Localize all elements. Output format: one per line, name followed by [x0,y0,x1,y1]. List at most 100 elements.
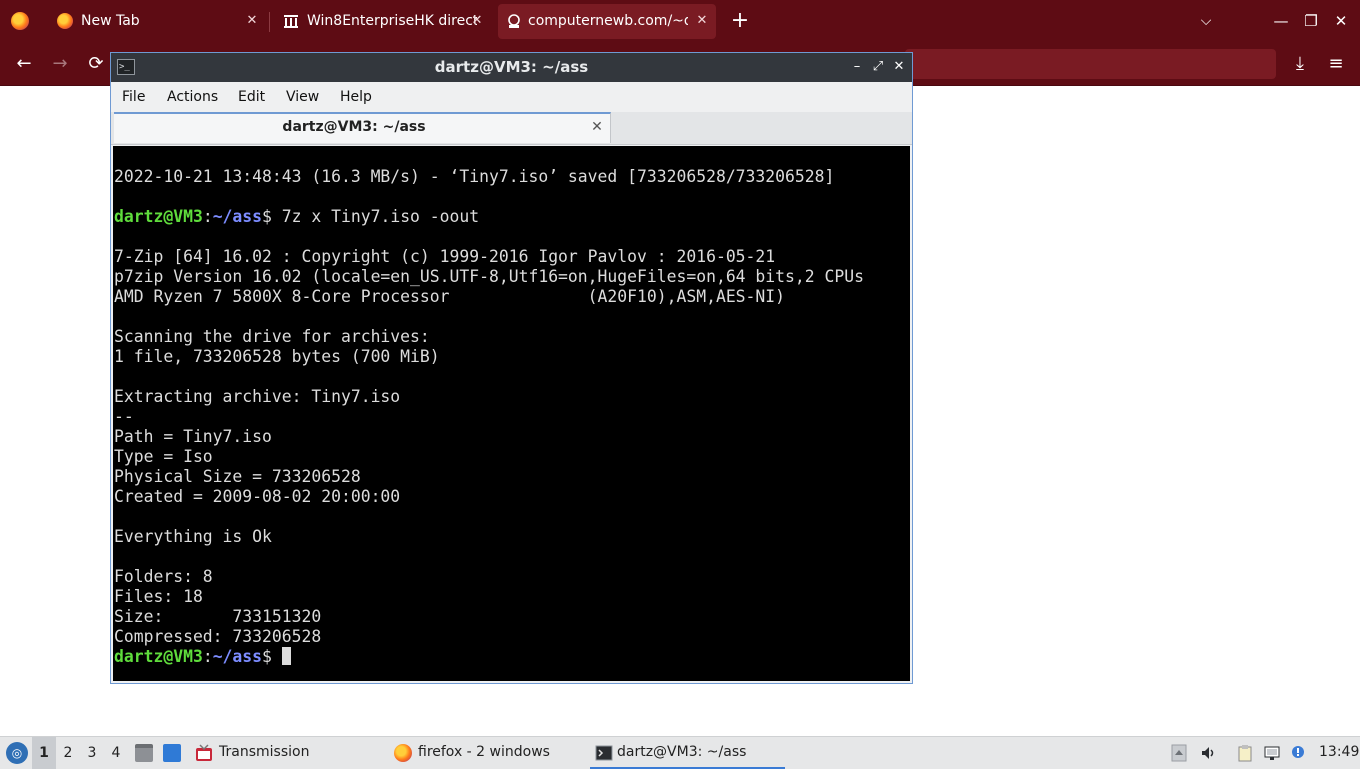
taskbar-item-terminal[interactable]: dartz@VM3: ~/ass [590,737,785,769]
taskbar-item-transmission[interactable]: Transmission [195,737,385,769]
text-cursor [281,647,291,665]
tab-new-tab[interactable]: New Tab ✕ [43,0,269,43]
taskbar-item-label: Transmission [219,744,310,760]
close-button[interactable]: ✕ [890,58,908,76]
network-icon[interactable] [1264,744,1280,762]
terminal-tab[interactable]: dartz@VM3: ~/ass ✕ [114,112,611,143]
volume-icon[interactable] [1200,744,1216,762]
terminal-line: Compressed: 733206528 [114,627,322,646]
terminal-line: Extracting archive: Tiny7.iso [114,387,401,406]
prompt-command: 7z x Tiny7.iso -oout [271,207,480,226]
terminal-icon [595,745,613,761]
tab-label: computernewb.com/~dartz [528,13,688,29]
prompt-separator: : [202,647,213,666]
clock: 13:49 [1319,744,1360,760]
window-close-button[interactable]: ✕ [1329,10,1353,32]
terminal-prompt-line: dartz@VM3:~/ass$ 7z x Tiny7.iso -oout [114,207,864,227]
close-tab-icon[interactable]: ✕ [242,11,262,31]
taskbar-item-label: dartz@VM3: ~/ass [617,744,747,760]
prompt-path: ~/ass [212,207,263,226]
menu-edit[interactable]: Edit [238,89,265,105]
workspace-2[interactable]: 2 [56,737,80,769]
terminal-line: Created = 2009-08-02 20:00:00 [114,487,401,506]
terminal-tab-label: dartz@VM3: ~/ass [282,119,426,135]
start-menu-icon[interactable]: ◎ [6,742,28,764]
terminal-window: dartz@VM3: ~/ass >_ – ⤢ ✕ File Actions E… [110,52,913,684]
downloads-icon[interactable]: ⤓ [1287,52,1313,76]
menu-help[interactable]: Help [340,89,372,105]
terminal-line: 1 file, 733206528 bytes (700 MiB) [114,347,440,366]
workspace-3[interactable]: 3 [80,737,104,769]
terminal-app-icon: >_ [117,59,135,75]
close-tab-icon[interactable]: ✕ [588,118,606,136]
terminal-line: p7zip Version 16.02 (locale=en_US.UTF-8,… [114,267,864,286]
firefox-logo-icon[interactable] [11,12,29,30]
tray-arrow-icon[interactable] [1171,744,1187,762]
file-manager-icon[interactable] [135,744,153,762]
close-tab-icon[interactable]: ✕ [467,11,487,31]
prompt-separator: : [202,207,213,226]
terminal-menubar: File Actions Edit View Help [111,82,912,112]
firefox-icon [57,13,73,29]
window-restore-button[interactable]: ❐ [1299,10,1323,32]
minimize-button[interactable]: – [848,58,866,76]
transmission-icon [196,744,212,761]
tab-computernewb[interactable]: computernewb.com/~dartz ✕ [498,4,716,39]
terminal-line: Path = Tiny7.iso [114,427,272,446]
close-tab-icon[interactable]: ✕ [692,11,712,31]
terminal-lines: 2022-10-21 13:48:43 (16.3 MB/s) - ‘Tiny7… [114,167,864,667]
clipboard-icon[interactable] [1237,744,1253,762]
reload-icon[interactable]: ⟳ [83,52,109,76]
prompt-user-host: dartz@VM3 [114,207,203,226]
url-bar[interactable] [905,49,1276,79]
terminal-line: AMD Ryzen 7 5800X 8-Core Processor (A20F… [114,287,786,306]
terminal-line: Physical Size = 733206528 [114,467,361,486]
notification-icon[interactable] [1290,744,1306,762]
taskbar: ◎ 1 2 3 4 Transmission firefox - 2 windo… [0,736,1360,769]
tab-label: Win8EnterpriseHK directory [307,13,477,29]
window-title: dartz@VM3: ~/ass [434,58,589,76]
tab-win8enterprisehk[interactable]: Win8EnterpriseHK directory ✕ [269,0,494,43]
terminal-output[interactable]: 2022-10-21 13:48:43 (16.3 MB/s) - ‘Tiny7… [113,146,910,681]
menu-actions[interactable]: Actions [167,89,218,105]
forward-arrow-icon[interactable]: → [47,52,73,76]
terminal-tab-strip: dartz@VM3: ~/ass ✕ [111,112,912,145]
terminal-line: 7-Zip [64] 16.02 : Copyright (c) 1999-20… [114,247,776,266]
terminal-line: Type = Iso [114,447,213,466]
terminal-titlebar[interactable]: dartz@VM3: ~/ass >_ – ⤢ ✕ [111,53,912,82]
prompt-symbol: $ [262,207,272,226]
back-arrow-icon[interactable]: ← [11,52,37,76]
list-all-tabs-chevron-icon[interactable]: ⌵ [1195,10,1217,32]
terminal-line: Size: 733151320 [114,607,322,626]
workspace-1[interactable]: 1 [32,737,56,769]
site-icon [508,14,520,28]
window-minimize-button[interactable]: — [1269,10,1293,32]
terminal-line: Folders: 8 [114,567,213,586]
taskbar-item-label: firefox - 2 windows [418,744,550,760]
menu-file[interactable]: File [122,89,145,105]
archive-icon [284,15,298,28]
menu-view[interactable]: View [286,89,319,105]
tab-label: New Tab [81,13,140,29]
terminal-line: -- [114,407,134,426]
terminal-line: Scanning the drive for archives: [114,327,430,346]
browser-tab-bar: New Tab ✕ Win8EnterpriseHK directory ✕ c… [0,0,1360,43]
terminal-prompt-line: dartz@VM3:~/ass$ [114,647,864,667]
show-desktop-icon[interactable] [163,744,181,762]
firefox-icon [394,744,412,762]
workspace-4[interactable]: 4 [104,737,128,769]
terminal-line: 2022-10-21 13:48:43 (16.3 MB/s) - ‘Tiny7… [114,167,835,186]
terminal-line: Files: 18 [114,587,203,606]
terminal-line: Everything is Ok [114,527,272,546]
taskbar-item-firefox[interactable]: firefox - 2 windows [394,737,584,769]
new-tab-button[interactable]: + [728,8,752,34]
maximize-button[interactable]: ⤢ [869,58,887,76]
hamburger-menu-icon[interactable]: ≡ [1323,52,1349,76]
prompt-symbol: $ [262,647,272,666]
